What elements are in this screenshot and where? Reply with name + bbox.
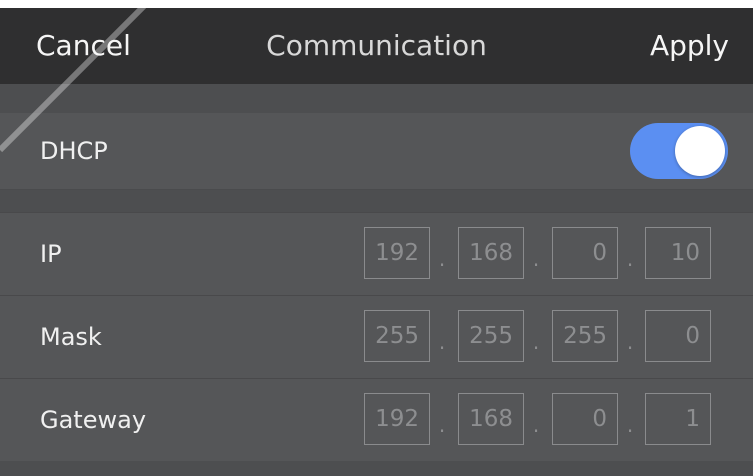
octet-separator: .: [532, 330, 540, 354]
ip-octet-4-field[interactable]: 10: [645, 227, 711, 279]
ip-octet-2-field[interactable]: 168: [458, 227, 524, 279]
ip-row: IP 192 . 168 . 0 . 10: [0, 212, 753, 295]
mask-octet-4-field[interactable]: 0: [645, 310, 711, 362]
octet-separator: .: [438, 247, 446, 271]
mask-octet-2-field[interactable]: 255: [458, 310, 524, 362]
apply-button[interactable]: Apply: [650, 8, 729, 84]
octet-separator: .: [532, 247, 540, 271]
mask-label: Mask: [40, 323, 102, 351]
gateway-octet-2-field[interactable]: 168: [458, 393, 524, 445]
dhcp-label: DHCP: [40, 137, 108, 165]
header-bar: Cancel Communication Apply: [0, 8, 753, 84]
mask-row: Mask 255 . 255 . 255 . 0: [0, 295, 753, 378]
octet-separator: .: [626, 413, 634, 437]
ip-label: IP: [40, 240, 62, 268]
communication-screen: Cancel Communication Apply DHCP IP 192 .…: [0, 8, 753, 476]
octet-separator: .: [626, 330, 634, 354]
cancel-button[interactable]: Cancel: [36, 8, 131, 84]
gateway-octet-3-field[interactable]: 0: [552, 393, 618, 445]
octet-separator: .: [438, 330, 446, 354]
bottom-spacer: [0, 461, 753, 476]
dhcp-toggle[interactable]: [630, 123, 728, 179]
gateway-label: Gateway: [40, 406, 147, 434]
gateway-row: Gateway 192 . 168 . 0 . 1: [0, 378, 753, 461]
gateway-octet-4-field[interactable]: 1: [645, 393, 711, 445]
mask-octet-1-field[interactable]: 255: [364, 310, 430, 362]
mask-octet-3-field[interactable]: 255: [552, 310, 618, 362]
section-spacer: [0, 190, 753, 212]
octet-separator: .: [532, 413, 540, 437]
gateway-octet-1-field[interactable]: 192: [364, 393, 430, 445]
octet-separator: .: [438, 413, 446, 437]
ip-octet-1-field[interactable]: 192: [364, 227, 430, 279]
octet-separator: .: [626, 247, 634, 271]
section-spacer: [0, 84, 753, 113]
ip-octet-3-field[interactable]: 0: [552, 227, 618, 279]
toggle-knob[interactable]: [675, 126, 725, 176]
